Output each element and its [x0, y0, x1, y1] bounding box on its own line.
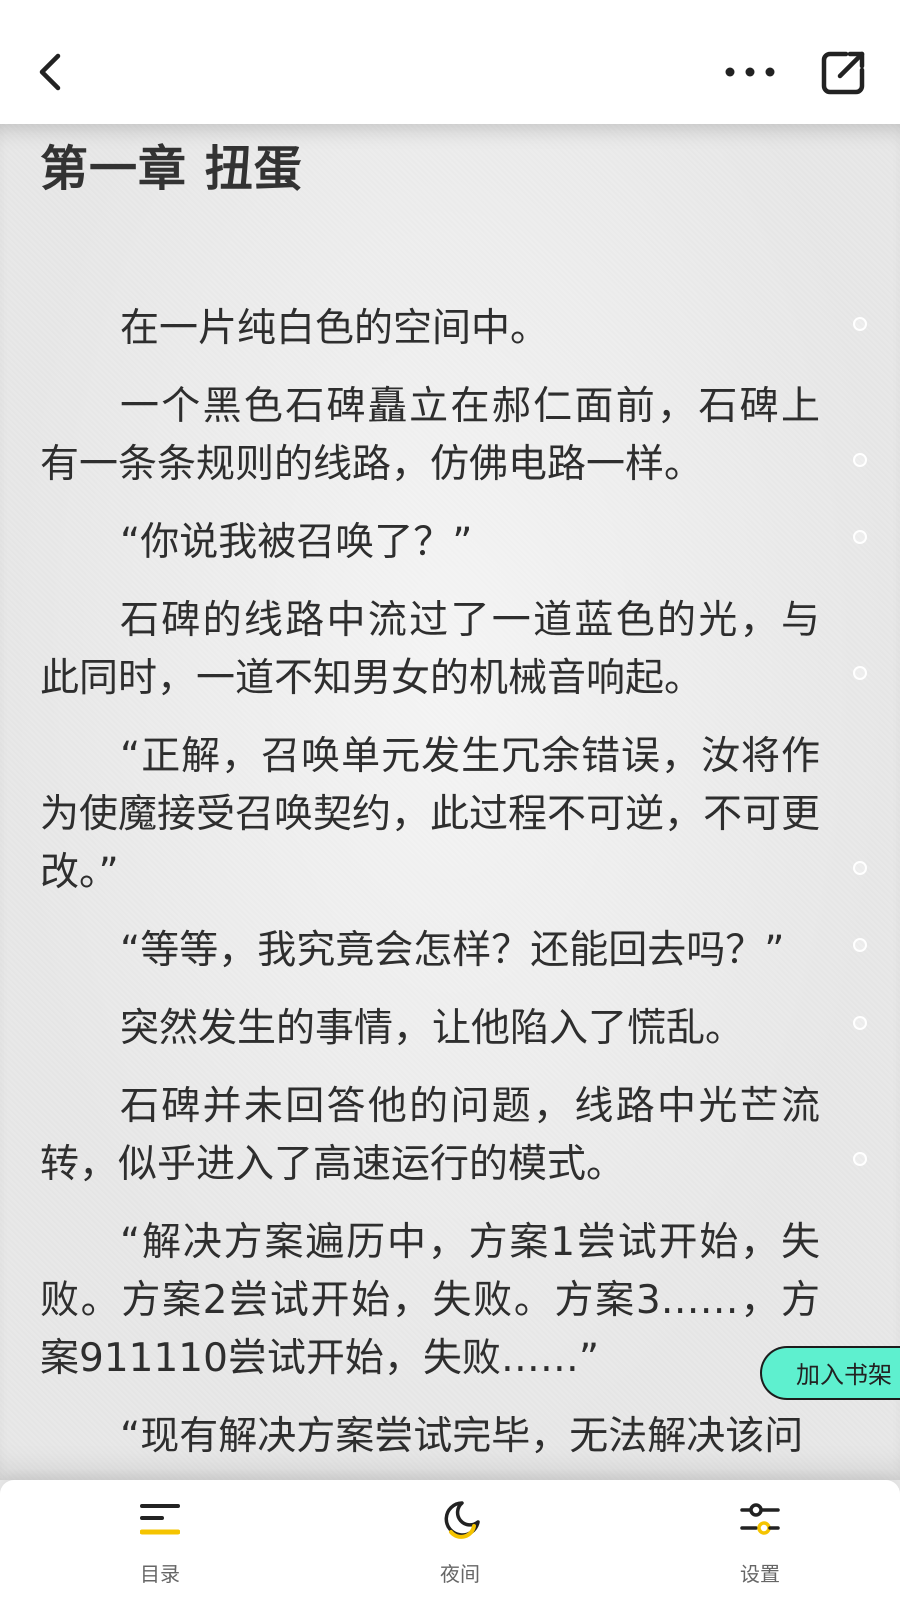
paragraph: “正解，召唤单元发生冗余错误，汝将作为使魔接受召唤契约，此过程不可逆，不可更改。… — [40, 734, 821, 895]
night-label: 夜间 — [440, 1562, 480, 1586]
more-dots-icon — [725, 67, 775, 77]
share-button[interactable] — [820, 48, 868, 96]
toc-button[interactable]: 目录 — [100, 1480, 220, 1600]
paragraph-comment-dot[interactable] — [853, 861, 867, 875]
chapter-content: 在一片纯白色的空间中。 一个黑色石碑矗立在郝仁面前，石碑上有一条条规则的线路，仿… — [40, 300, 820, 1480]
back-button[interactable] — [32, 48, 72, 96]
paragraph: 一个黑色石碑矗立在郝仁面前，石碑上有一条条规则的线路，仿佛电路一样。 — [40, 384, 820, 487]
paragraph-comment-dot[interactable] — [853, 666, 867, 680]
paragraph-comment-dot[interactable] — [853, 1016, 867, 1030]
paragraph-comment-dot[interactable] — [853, 938, 867, 952]
paragraph-comment-dot[interactable] — [853, 453, 867, 467]
paragraph: “解决方案遍历中，方案1尝试开始，失败。方案2尝试开始，失败。方案3……，方案9… — [40, 1220, 820, 1381]
paragraph: “等等，我究竟会怎样？还能回去吗？” — [120, 928, 785, 973]
paragraph: “现有解决方案尝试完毕，无法解决该问 — [120, 1414, 804, 1459]
reader-page[interactable]: 第一章 扭蛋 在一片纯白色的空间中。 一个黑色石碑矗立在郝仁面前，石碑上有一条条… — [0, 124, 900, 1480]
menu-list-icon — [140, 1504, 180, 1535]
paragraph: 突然发生的事情，让他陷入了慌乱。 — [120, 1006, 745, 1051]
paragraph-comment-dot[interactable] — [853, 530, 867, 544]
share-icon — [821, 51, 865, 95]
more-button[interactable] — [720, 52, 780, 92]
toc-label: 目录 — [140, 1562, 180, 1586]
paragraph-comment-dot[interactable] — [853, 317, 867, 331]
add-to-shelf-button[interactable]: 加入书架 — [760, 1346, 900, 1400]
moon-icon — [444, 1501, 480, 1539]
bottom-toolbar: 目录 夜间 设置 — [0, 1480, 900, 1600]
night-mode-button[interactable]: 夜间 — [400, 1480, 520, 1600]
paragraph: 在一片纯白色的空间中。 — [120, 306, 550, 351]
paragraph: “你说我被召唤了？” — [120, 520, 473, 565]
paragraph-comment-dot[interactable] — [853, 1152, 867, 1166]
paragraph: 石碑并未回答他的问题，线路中光芒流转，似乎进入了高速运行的模式。 — [40, 1084, 820, 1187]
paragraph: 石碑的线路中流过了一道蓝色的光，与此同时，一道不知男女的机械音响起。 — [40, 598, 820, 701]
sliders-icon — [740, 1503, 780, 1535]
chevron-left-icon — [39, 53, 61, 91]
settings-button[interactable]: 设置 — [700, 1480, 820, 1600]
top-bar — [0, 0, 900, 124]
settings-label: 设置 — [740, 1562, 780, 1586]
chapter-title: 第一章 扭蛋 — [40, 141, 303, 197]
